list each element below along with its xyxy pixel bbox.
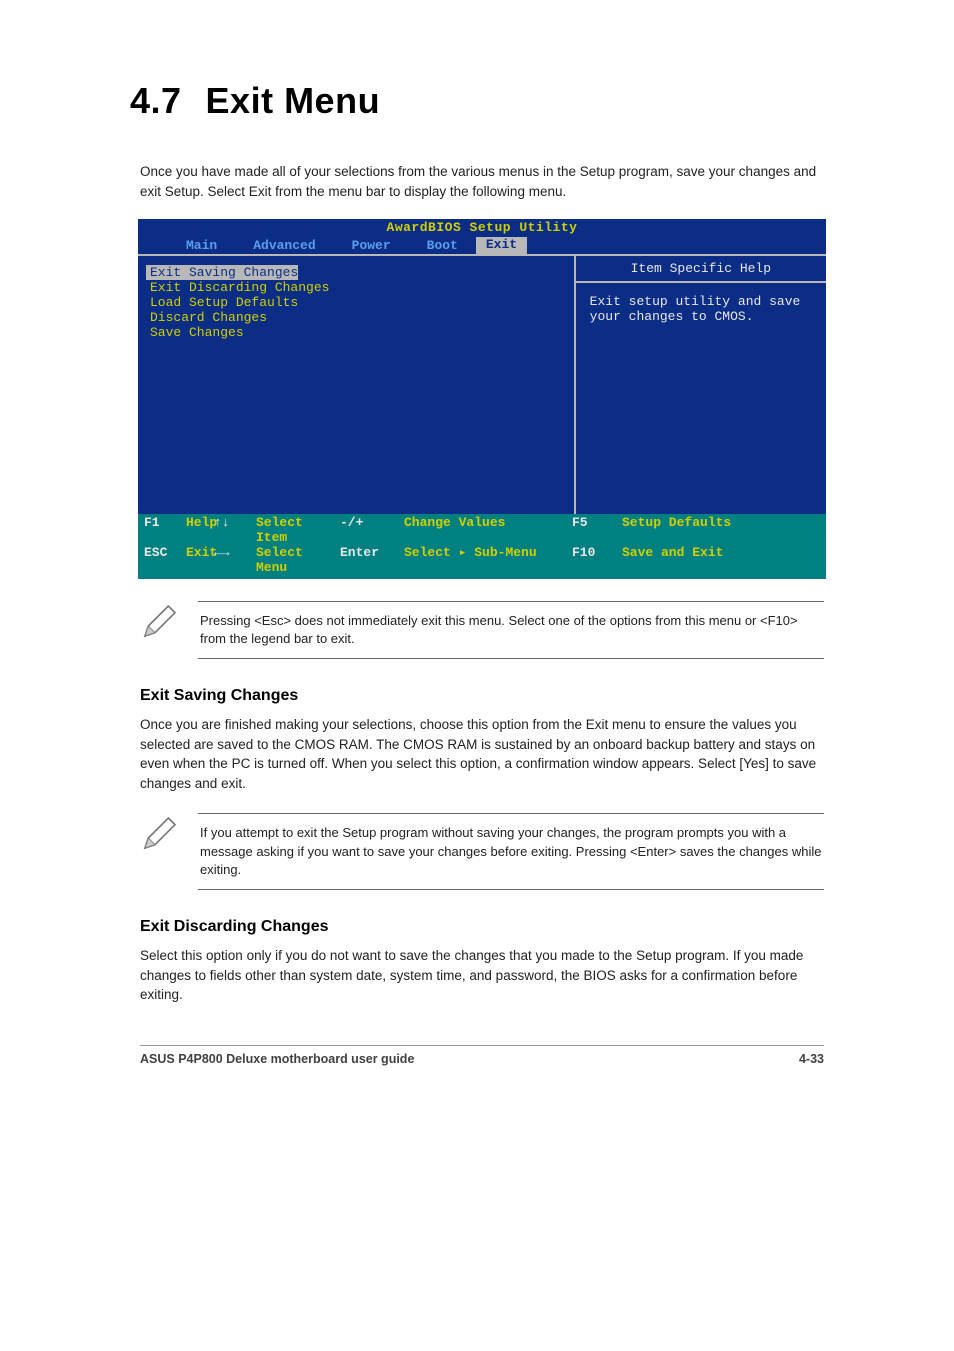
note-text: Pressing <Esc> does not immediately exit… bbox=[198, 601, 824, 659]
footer-left: ASUS P4P800 Deluxe motherboard user guid… bbox=[140, 1052, 414, 1066]
note-callout-1: Pressing <Esc> does not immediately exit… bbox=[140, 601, 824, 659]
page-heading: 4.7 Exit Menu bbox=[130, 80, 854, 122]
legend-val: Select Item bbox=[256, 516, 340, 546]
legend-val: Exit bbox=[186, 546, 217, 576]
menu-item-load-defaults[interactable]: Load Setup Defaults bbox=[146, 296, 566, 311]
tab-boot[interactable]: Boot bbox=[409, 239, 476, 254]
section-heading-exit-saving: Exit Saving Changes bbox=[140, 687, 824, 705]
legend-key: ←→ bbox=[214, 546, 256, 576]
section-body: Once you are finished making your select… bbox=[140, 715, 824, 793]
menu-item-exit-discarding[interactable]: Exit Discarding Changes bbox=[146, 281, 566, 296]
bios-screenshot: AwardBIOS Setup Utility Main Advanced Po… bbox=[138, 219, 826, 579]
menu-item-save-changes[interactable]: Save Changes bbox=[146, 326, 566, 341]
menu-item-discard-changes[interactable]: Discard Changes bbox=[146, 311, 566, 326]
legend-val: Select Menu bbox=[256, 546, 340, 576]
legend-key: F1 bbox=[144, 516, 186, 546]
pencil-icon bbox=[140, 813, 180, 858]
help-title: Item Specific Help bbox=[576, 260, 826, 283]
bios-menu-pane: Exit Saving Changes Exit Discarding Chan… bbox=[138, 256, 576, 514]
help-text: Exit setup utility and save your changes… bbox=[590, 295, 818, 325]
tab-advanced[interactable]: Advanced bbox=[235, 239, 333, 254]
section-heading-exit-discarding: Exit Discarding Changes bbox=[140, 918, 824, 936]
section-body: Select this option only if you do not wa… bbox=[140, 946, 824, 1005]
menu-item-exit-saving[interactable]: Exit Saving Changes bbox=[146, 265, 298, 280]
tab-main[interactable]: Main bbox=[168, 239, 235, 254]
legend-key: F10 bbox=[572, 546, 614, 576]
pencil-icon bbox=[140, 601, 180, 646]
note-callout-2: If you attempt to exit the Setup program… bbox=[140, 813, 824, 890]
legend-val: Setup Defaults bbox=[622, 516, 731, 546]
legend-val: Change Values bbox=[404, 516, 505, 546]
bios-title: AwardBIOS Setup Utility bbox=[138, 219, 826, 236]
legend-key: ESC bbox=[144, 546, 186, 576]
footer-page-number: 4-33 bbox=[799, 1052, 824, 1066]
legend-key: -/+ bbox=[340, 516, 382, 546]
legend-key: ↑↓ bbox=[214, 516, 256, 546]
intro-paragraph: Once you have made all of your selection… bbox=[140, 162, 824, 201]
tab-exit[interactable]: Exit bbox=[476, 237, 527, 254]
bios-tab-bar: Main Advanced Power Boot Exit bbox=[138, 236, 826, 254]
legend-val: Select ▸ Sub-Menu bbox=[404, 546, 537, 576]
tab-power[interactable]: Power bbox=[334, 239, 409, 254]
page-footer: ASUS P4P800 Deluxe motherboard user guid… bbox=[140, 1045, 824, 1066]
bios-help-pane: Item Specific Help Exit setup utility an… bbox=[576, 256, 826, 514]
legend-val: Save and Exit bbox=[622, 546, 723, 576]
legend-key: Enter bbox=[340, 546, 382, 576]
note-text: If you attempt to exit the Setup program… bbox=[198, 813, 824, 890]
bios-legend-bar: F1Help ↑↓Select Item -/+ Change Values F… bbox=[138, 514, 826, 579]
legend-key: F5 bbox=[572, 516, 614, 546]
legend-val: Help bbox=[186, 516, 217, 546]
heading-number: 4.7 bbox=[130, 80, 182, 121]
heading-title: Exit Menu bbox=[206, 80, 381, 121]
bios-body: Exit Saving Changes Exit Discarding Chan… bbox=[138, 254, 826, 514]
